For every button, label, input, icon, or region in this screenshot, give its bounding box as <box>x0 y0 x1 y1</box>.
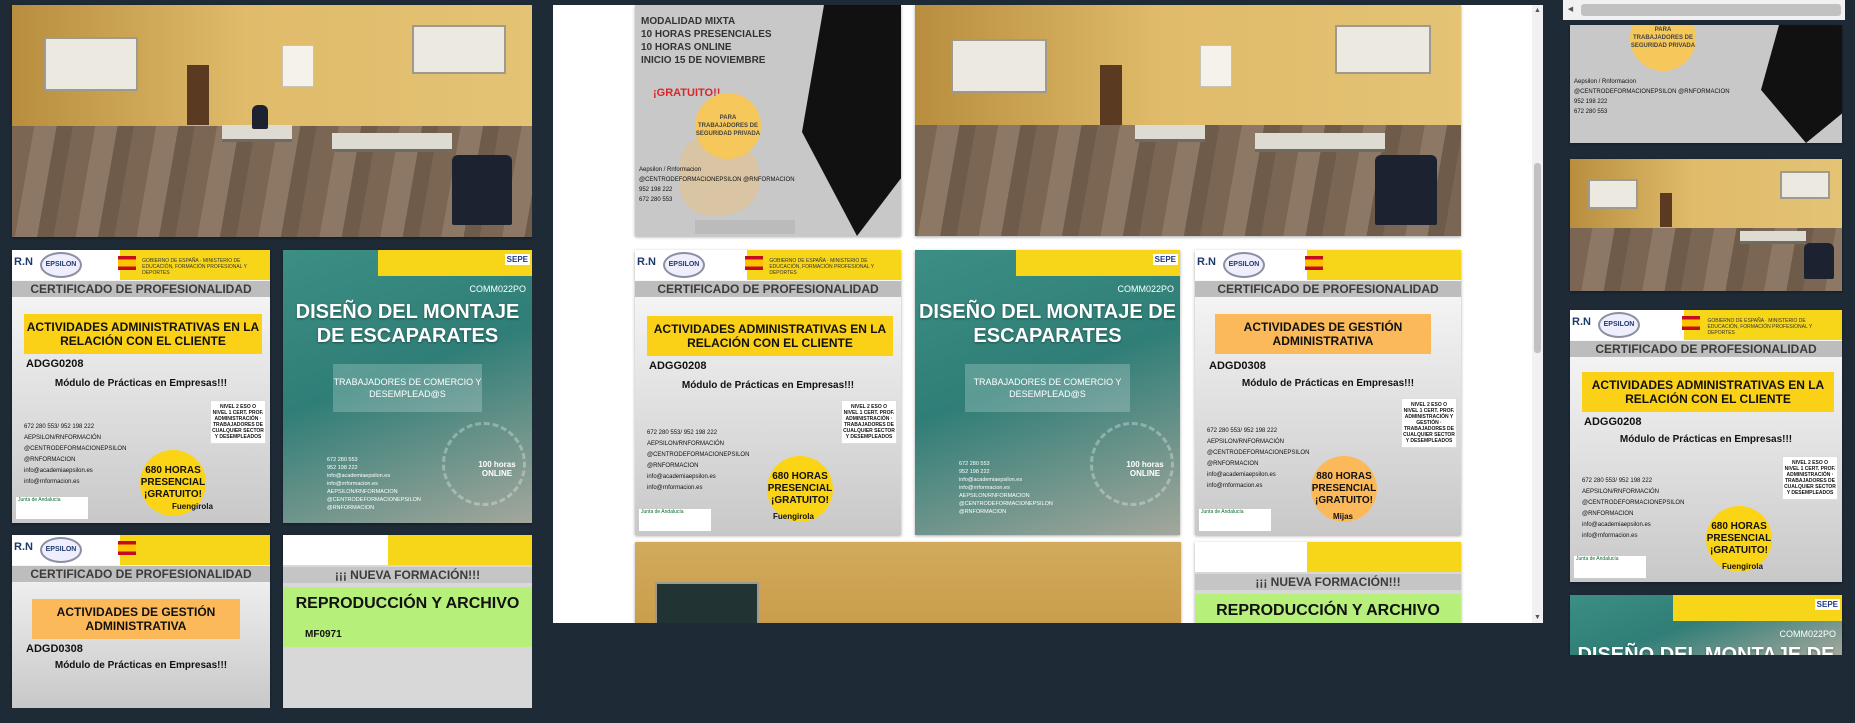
contact-list: 672 280 553/ 952 198 222 AEPSILON/RNFORMA… <box>1582 478 1685 539</box>
course-title: REPRODUCCIÓN Y ARCHIVO <box>1216 602 1440 619</box>
course-code: ADGD0308 <box>1209 360 1266 372</box>
card-adgd0308[interactable]: R.N EPSILON CERTIFICADO DE PROFESIONALID… <box>12 535 270 708</box>
sepe-logo: SEPE <box>504 254 530 265</box>
course-title: ACTIVIDADES ADMINISTRATIVAS EN LA RELACI… <box>24 314 262 354</box>
spain-flag-icon <box>118 541 137 555</box>
office-photo[interactable] <box>915 5 1461 236</box>
scroll-left-icon[interactable]: ◀ <box>1565 4 1576 15</box>
course-title: DISEÑO DEL MONTAJE DE ESCAPARATES <box>918 301 1177 347</box>
left-gallery-pane[interactable]: R.N EPSILON GOBIERNO DE ESPAÑA · MINISTE… <box>9 3 532 708</box>
location-label: Fuengirola <box>172 502 213 511</box>
card-adgg0208[interactable]: R.N EPSILON GOBIERNO DE ESPAÑA · MINISTE… <box>12 250 270 523</box>
course-title: ACTIVIDADES ADMINISTRATIVAS EN LA RELACI… <box>1582 372 1834 412</box>
scroll-up-icon[interactable]: ▲ <box>1532 5 1543 16</box>
horizontal-scrollbar[interactable]: ◀ <box>1563 0 1845 20</box>
course-title: ACTIVIDADES DE GESTIÓN ADMINISTRATIVA <box>1215 314 1431 354</box>
card-adgg0208[interactable]: R.N EPSILON GOBIERNO DE ESPAÑA · MINISTE… <box>1570 310 1842 582</box>
course-code: ADGD0308 <box>26 643 83 655</box>
office-photo[interactable] <box>12 5 532 237</box>
card-comm022po[interactable]: SEPE COMM022PO DISEÑO DEL MONTAJE DE ESC… <box>915 250 1180 535</box>
contact-list: 672 280 553/ 952 198 222 AEPSILON/RNFORMA… <box>1207 428 1310 489</box>
modalidad-text: MODALIDAD MIXTA 10 HORAS PRESENCIALES 10 H… <box>641 16 772 66</box>
scrollbar-thumb[interactable] <box>1581 4 1841 16</box>
contact-list: 672 280 553/ 952 198 222 AEPSILON/RNFORMA… <box>647 430 750 491</box>
office-photo[interactable] <box>1570 159 1842 291</box>
junta-logo: Junta de Andalucía <box>16 497 88 519</box>
course-code: MF0971 <box>305 629 342 640</box>
hours-online: 100 horas ONLINE <box>478 460 516 478</box>
course-title: ACTIVIDADES DE GESTIÓN ADMINISTRATIVA <box>32 599 240 639</box>
contact-list: 672 280 553 952 198 222 info@academiaepsil… <box>327 457 421 511</box>
contact-list: 672 280 553/ 952 198 222 AEPSILON/RNFORMA… <box>24 424 127 485</box>
cert-header: CERTIFICADO DE PROFESIONALIDAD <box>12 281 270 297</box>
course-code: ADGG0208 <box>1584 416 1642 428</box>
target-audience: TRABAJADORES DE COMERCIO Y DESEMPLEAD@S <box>333 364 482 412</box>
course-title: ACTIVIDADES ADMINISTRATIVAS EN LA RELACI… <box>647 316 893 356</box>
scroll-down-icon[interactable]: ▼ <box>1532 612 1543 623</box>
right-gallery-pane[interactable]: ◀ PARA TRABAJADORES DE SEGURIDAD PRIVADA… <box>1563 0 1845 655</box>
course-title: DISEÑO DEL MONTAJE DE ESCAPARATES <box>295 301 520 347</box>
contact-list: Aepsilon / Rnformacion @CENTRODEFORMACION… <box>639 167 795 203</box>
scrollbar-thumb[interactable] <box>1534 163 1541 353</box>
nueva-formacion-header: ¡¡¡ NUEVA FORMACIÓN!!! <box>283 567 532 583</box>
middle-gallery-pane[interactable]: MODALIDAD MIXTA 10 HORAS PRESENCIALES 10 H… <box>553 5 1543 623</box>
course-code: ADGG0208 <box>649 360 707 372</box>
rn-logo: R.N <box>14 256 33 268</box>
card-adgg0208[interactable]: R.N EPSILON GOBIERNO DE ESPAÑA · MINISTE… <box>635 250 901 535</box>
spain-flag-icon <box>744 256 763 270</box>
spain-flag-icon <box>118 256 137 270</box>
epsilon-logo: EPSILON <box>40 252 82 278</box>
card-seguridad-privada[interactable]: MODALIDAD MIXTA 10 HORAS PRESENCIALES 10 H… <box>635 5 901 236</box>
modulo-text: Módulo de Prácticas en Empresas!!! <box>54 378 228 389</box>
spain-flag-icon <box>1304 256 1323 270</box>
course-title: DISEÑO DEL MONTAJE DE ESCAPARATES <box>1577 644 1835 655</box>
spain-flag-icon <box>1682 316 1701 330</box>
vertical-scrollbar[interactable]: ▲ ▼ <box>1532 5 1543 623</box>
card-comm022po[interactable]: SEPE COMM022PO DISEÑO DEL MONTAJE DE ESC… <box>1570 595 1842 655</box>
requirements-note: NIVEL 2 ESO O NIVEL 1 CERT. PROF. ADMINI… <box>210 400 266 444</box>
card-reproduccion[interactable]: ¡¡¡ NUEVA FORMACIÓN!!! REPRODUCCIÓN Y AR… <box>1195 542 1461 623</box>
card-comm022po[interactable]: SEPE COMM022PO DISEÑO DEL MONTAJE DE ESC… <box>283 250 532 523</box>
target-badge: PARA TRABAJADORES DE SEGURIDAD PRIVADA <box>695 93 761 159</box>
course-title: REPRODUCCIÓN Y ARCHIVO <box>295 595 520 612</box>
classroom-photo[interactable] <box>635 542 1181 623</box>
course-code: ADGG0208 <box>26 358 84 370</box>
course-code: COMM022PO <box>469 284 526 294</box>
card-seguridad-privada[interactable]: PARA TRABAJADORES DE SEGURIDAD PRIVADA A… <box>1570 25 1842 143</box>
card-adgd0308[interactable]: R.N EPSILON CERTIFICADO DE PROFESIONALID… <box>1195 250 1461 535</box>
card-reproduccion[interactable]: ¡¡¡ NUEVA FORMACIÓN!!! REPRODUCCIÓN Y AR… <box>283 535 532 708</box>
